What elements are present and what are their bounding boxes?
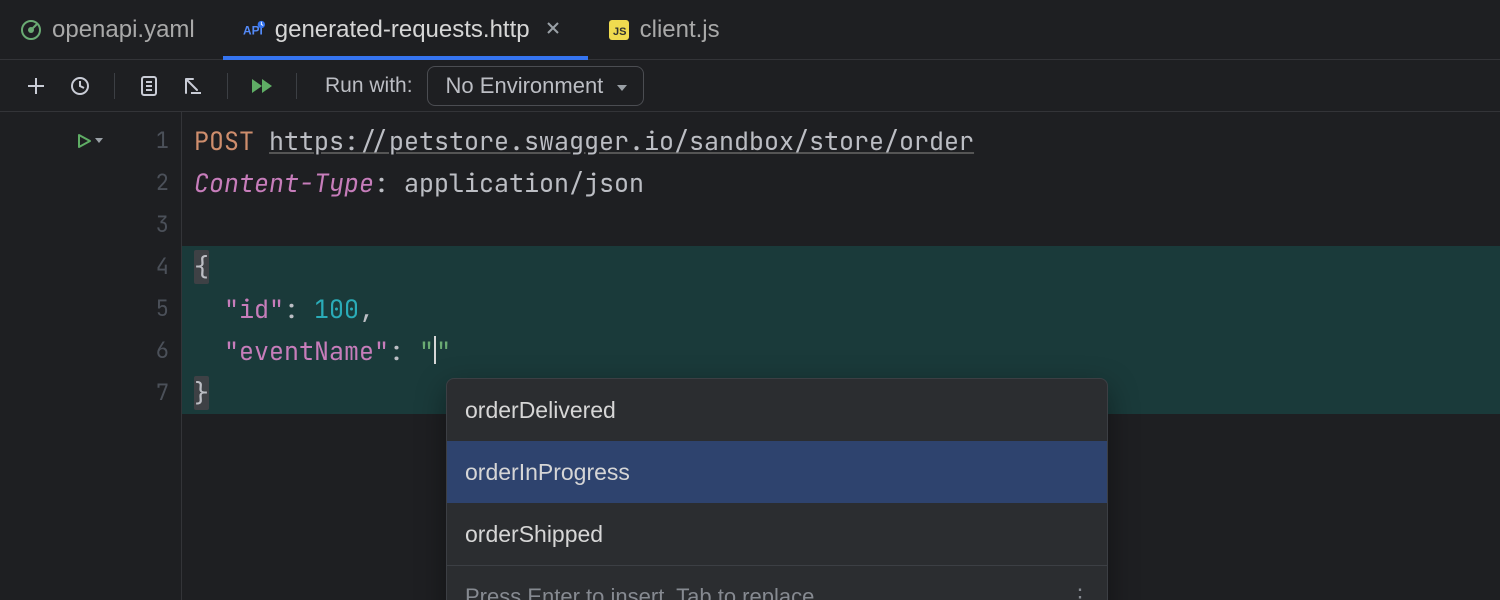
json-brace: } xyxy=(194,376,209,410)
add-request-button[interactable] xyxy=(16,66,56,106)
completion-popup: orderDelivered orderInProgress orderShip… xyxy=(446,378,1108,600)
json-value: 100 xyxy=(314,292,359,326)
code-line: "eventName": "" xyxy=(194,330,1500,372)
environment-value: No Environment xyxy=(446,73,604,99)
run-all-button[interactable] xyxy=(242,66,282,106)
completion-item[interactable]: orderInProgress xyxy=(447,441,1107,503)
environment-select[interactable]: No Environment xyxy=(427,66,645,106)
line-number: 4 xyxy=(139,246,169,288)
line-number: 7 xyxy=(139,372,169,414)
code-line: Content-Type: application/json xyxy=(194,162,1500,204)
json-string-quote: " xyxy=(436,334,451,368)
separator xyxy=(227,73,228,99)
openapi-icon xyxy=(20,19,42,41)
json-key: "eventName" xyxy=(224,334,389,368)
line-number: 6 xyxy=(139,330,169,372)
http-header-value: application/json xyxy=(404,166,644,200)
gutter-row: 1 xyxy=(0,120,181,162)
gutter-row: 4 xyxy=(0,246,181,288)
run-with-label: Run with: xyxy=(325,74,413,98)
editor: 1 2 3 4 5 6 7 POST https://petstore.swag… xyxy=(0,112,1500,600)
api-icon: API xyxy=(243,19,265,41)
json-brace: { xyxy=(194,250,209,284)
completion-item[interactable]: orderShipped xyxy=(447,503,1107,565)
http-header-name: Content-Type xyxy=(194,166,374,200)
json-comma: , xyxy=(359,292,374,326)
tab-label: openapi.yaml xyxy=(52,16,195,44)
editor-toolbar: Run with: No Environment xyxy=(0,60,1500,112)
code-area[interactable]: POST https://petstore.swagger.io/sandbox… xyxy=(182,112,1500,600)
svg-text:JS: JS xyxy=(613,26,626,38)
code-line: "id": 100, xyxy=(194,288,1500,330)
tab-generated-requests[interactable]: API generated-requests.http xyxy=(223,0,588,59)
code-line xyxy=(194,204,1500,246)
completion-item[interactable]: orderDelivered xyxy=(447,379,1107,441)
more-icon[interactable]: ⋮ xyxy=(1069,576,1093,600)
close-icon[interactable] xyxy=(546,19,560,40)
http-method: POST xyxy=(194,124,254,158)
js-icon: JS xyxy=(608,19,630,41)
gutter-row: 5 xyxy=(0,288,181,330)
line-number: 5 xyxy=(139,288,169,330)
tabbar: openapi.yaml API generated-requests.http… xyxy=(0,0,1500,60)
tab-label: generated-requests.http xyxy=(275,16,530,44)
gutter-row: 6 xyxy=(0,330,181,372)
json-string-quote: " xyxy=(419,334,434,368)
completion-hint-text: Press Enter to insert, Tab to replace xyxy=(465,576,814,600)
gutter: 1 2 3 4 5 6 7 xyxy=(0,112,182,600)
chevron-down-icon xyxy=(615,73,629,99)
run-request-button[interactable] xyxy=(76,133,104,149)
examples-button[interactable] xyxy=(129,66,169,106)
chevron-down-icon xyxy=(94,137,104,145)
gutter-row: 3 xyxy=(0,204,181,246)
code-line: POST https://petstore.swagger.io/sandbox… xyxy=(194,120,1500,162)
separator xyxy=(114,73,115,99)
json-key: "id" xyxy=(224,292,284,326)
history-button[interactable] xyxy=(60,66,100,106)
gutter-row: 2 xyxy=(0,162,181,204)
gutter-row: 7 xyxy=(0,372,181,414)
separator xyxy=(296,73,297,99)
line-number: 3 xyxy=(139,204,169,246)
http-url: https://petstore.swagger.io/sandbox/stor… xyxy=(269,124,974,158)
tab-label: client.js xyxy=(640,16,720,44)
line-number: 2 xyxy=(139,162,169,204)
completion-hint: Press Enter to insert, Tab to replace ⋮ xyxy=(447,565,1107,600)
tab-client-js[interactable]: JS client.js xyxy=(588,0,748,59)
code-line: { xyxy=(194,246,1500,288)
tab-openapi[interactable]: openapi.yaml xyxy=(0,0,223,59)
import-button[interactable] xyxy=(173,66,213,106)
line-number: 1 xyxy=(139,120,169,162)
